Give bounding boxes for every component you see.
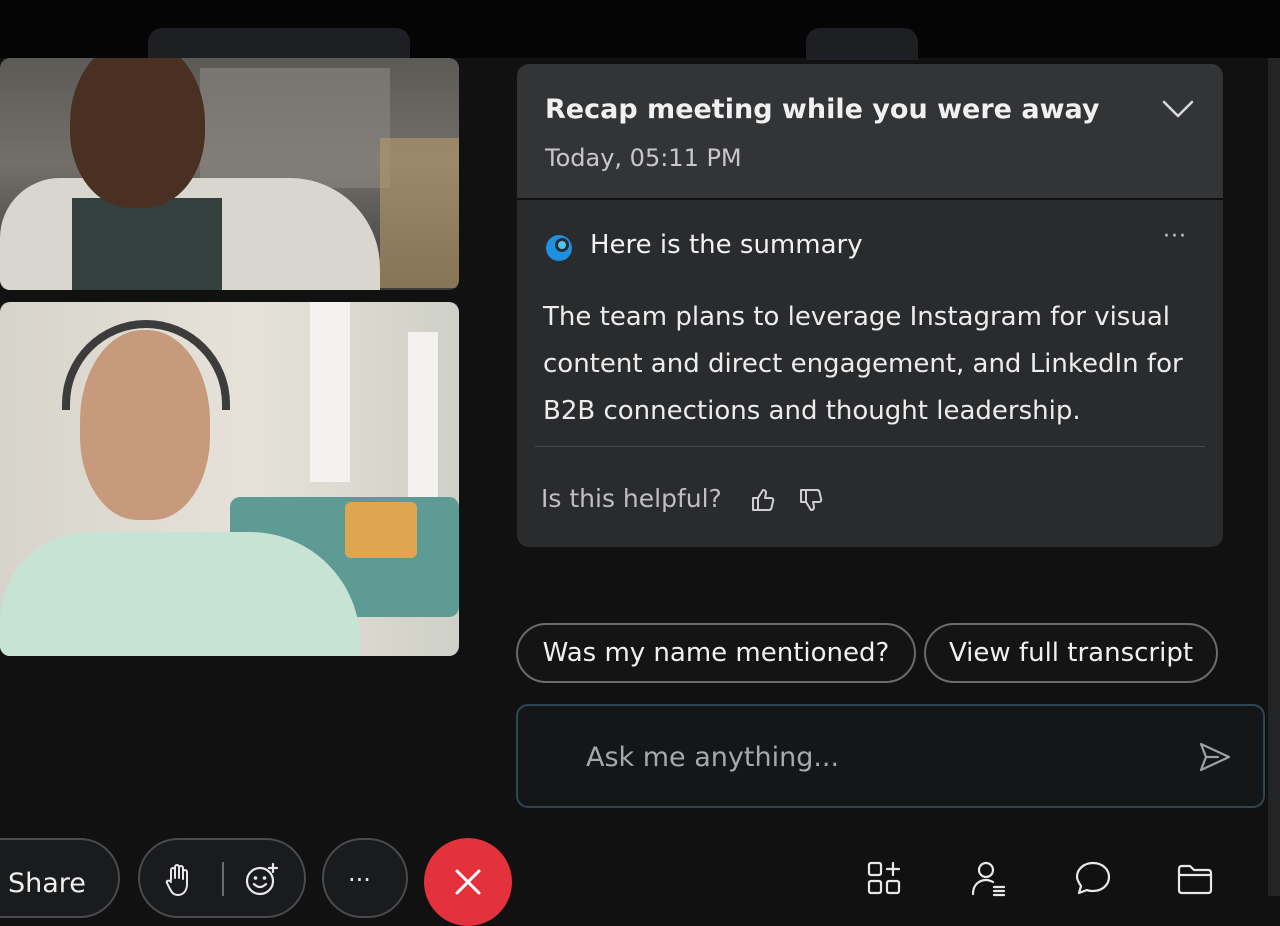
video-tile-tab[interactable] (806, 28, 918, 60)
summary-more-button[interactable]: ··· (1163, 224, 1187, 249)
panel-edge (1268, 58, 1280, 896)
thumbs-down-icon[interactable] (797, 486, 825, 514)
video-tile-tab[interactable] (148, 28, 410, 60)
chevron-down-icon[interactable] (1161, 98, 1195, 120)
end-call-icon (455, 869, 481, 895)
hand-reactions-group (138, 838, 306, 918)
summary-heading: Here is the summary (590, 230, 863, 260)
summary-text: The team plans to leverage Instagram for… (543, 302, 1183, 426)
recap-title: Recap meeting while you were away (545, 94, 1100, 125)
feedback-prompt: Is this helpful? (541, 484, 722, 513)
share-button[interactable]: Share (0, 838, 120, 918)
summary-card: Here is the summary ··· The team plans t… (517, 200, 1223, 547)
more-controls-label: ··· (348, 866, 371, 894)
headset-icon (62, 320, 230, 410)
files-icon[interactable] (1176, 860, 1214, 898)
more-controls-button[interactable]: ··· (322, 838, 408, 918)
participants-icon[interactable] (970, 860, 1008, 898)
summary-divider (535, 446, 1205, 447)
suggestion-name-mentioned[interactable]: Was my name mentioned? (516, 623, 916, 683)
raise-hand-icon[interactable] (164, 862, 194, 898)
apps-icon[interactable] (866, 860, 904, 898)
suggestion-view-transcript[interactable]: View full transcript (924, 623, 1218, 683)
send-icon[interactable] (1198, 740, 1232, 774)
thumbs-up-icon[interactable] (749, 486, 777, 514)
participant-face (70, 58, 205, 208)
background-cushion (345, 502, 417, 558)
ask-box[interactable] (516, 704, 1265, 808)
background-window (408, 332, 438, 502)
control-divider (222, 862, 224, 896)
background-shelf (200, 68, 390, 188)
background-wall (380, 138, 459, 288)
assistant-logo-icon (546, 235, 572, 261)
share-label: Share (8, 868, 86, 899)
end-call-button[interactable] (424, 838, 512, 926)
participant-shirt (0, 532, 360, 656)
recap-card-header[interactable]: Recap meeting while you were away Today,… (517, 64, 1223, 198)
reactions-icon[interactable] (244, 862, 280, 898)
participant-video-1[interactable] (0, 58, 459, 290)
ask-input[interactable] (584, 734, 1148, 780)
chat-icon[interactable] (1074, 860, 1112, 898)
recap-timestamp: Today, 05:11 PM (545, 144, 742, 172)
background-window (310, 302, 350, 482)
participant-video-2[interactable] (0, 302, 459, 656)
participant-shirt (72, 198, 222, 290)
